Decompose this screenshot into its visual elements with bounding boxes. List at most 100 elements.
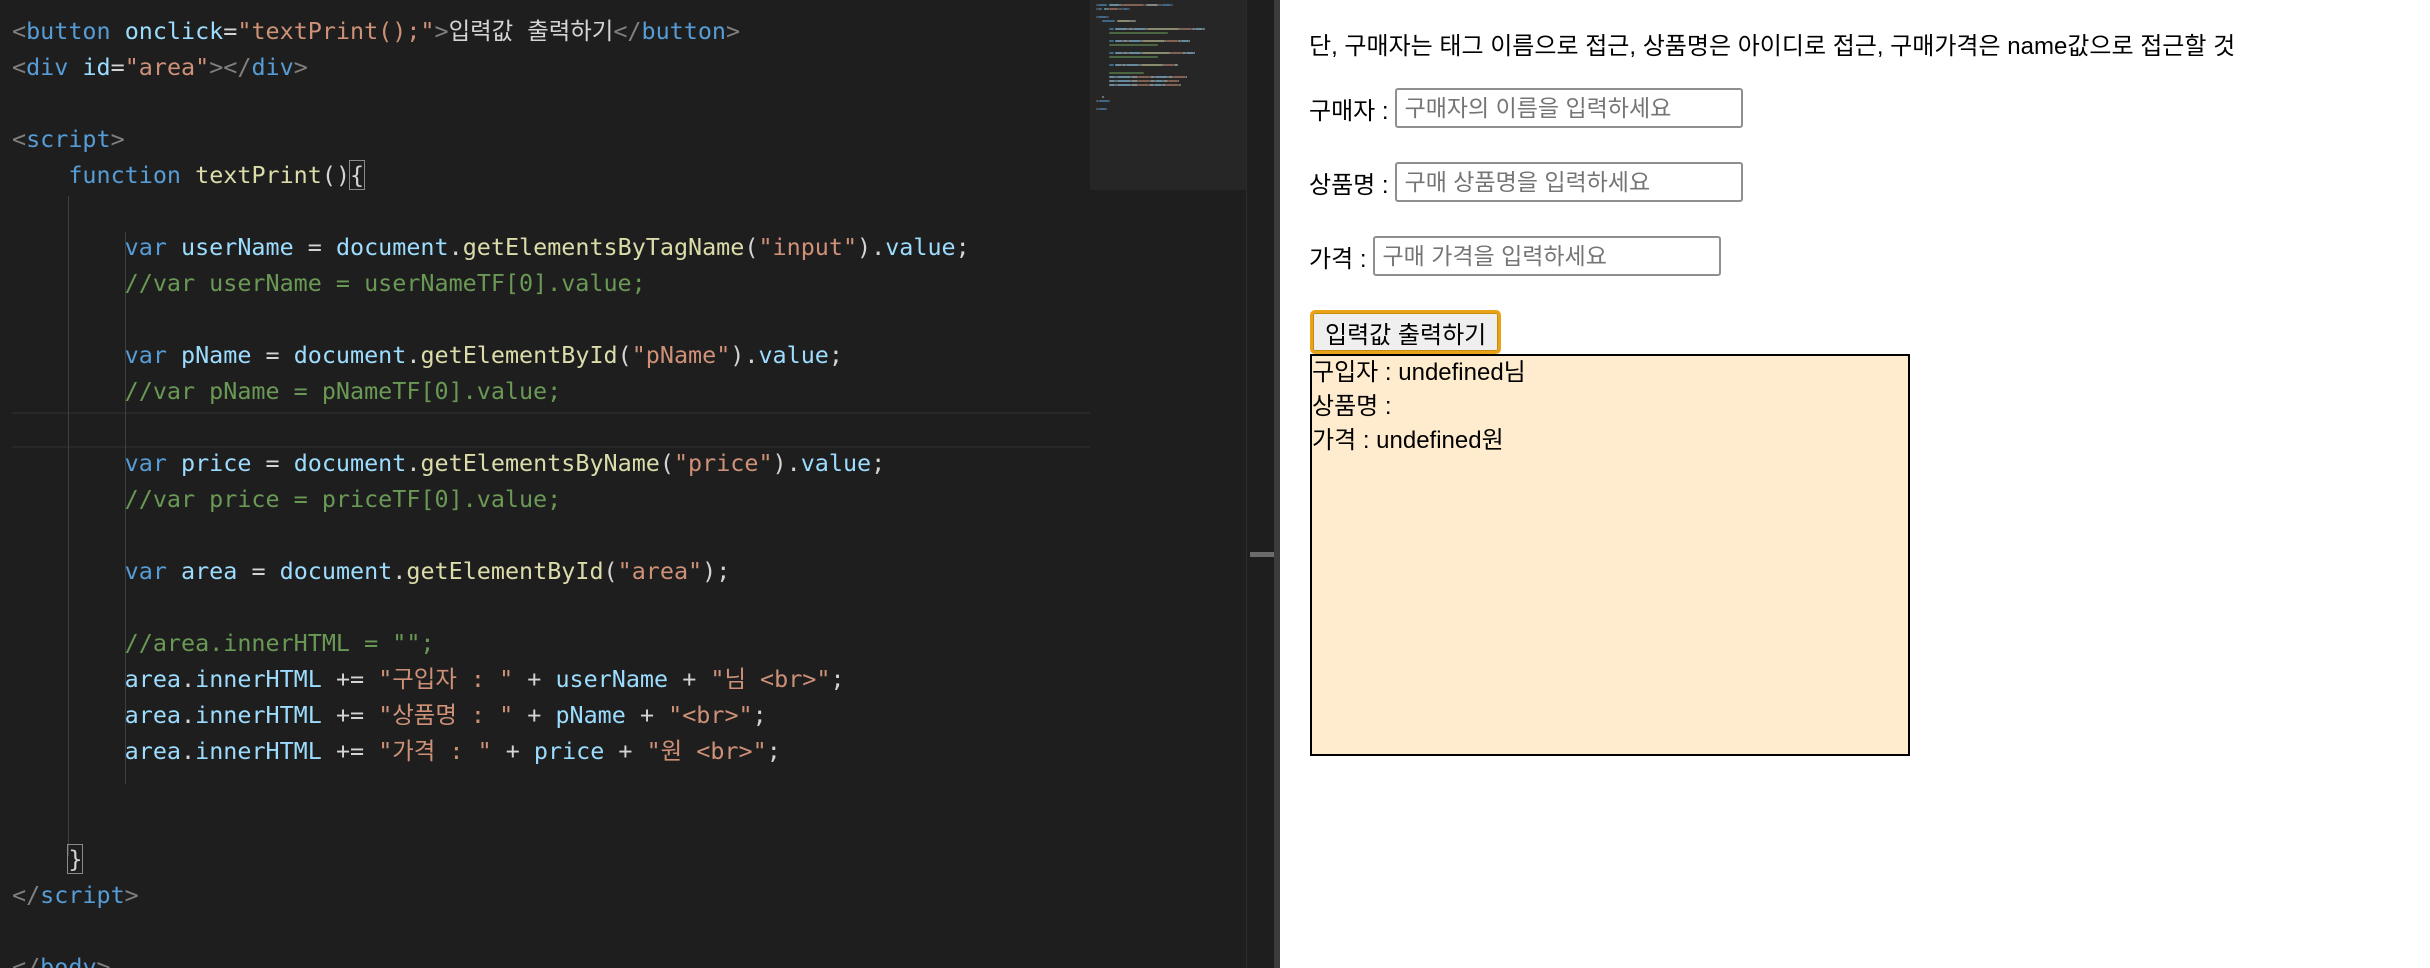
code-token: "<br>" xyxy=(668,701,753,729)
code-line[interactable]: <div id="area"></div> xyxy=(12,49,308,85)
code-token: ; xyxy=(828,341,843,369)
code-token: getElementById xyxy=(406,557,604,585)
minimap-token xyxy=(1177,80,1180,82)
minimap-token xyxy=(1108,40,1114,42)
code-line[interactable]: area.innerHTML += "구입자 : " + userName + … xyxy=(12,661,845,697)
code-line[interactable]: function textPrint(){ xyxy=(12,157,366,193)
code-token: var xyxy=(124,341,167,369)
code-token: ). xyxy=(772,449,801,477)
minimap-token xyxy=(1131,76,1138,78)
code-line[interactable]: area.innerHTML += "가격 : " + price + "원 <… xyxy=(12,733,781,769)
code-line[interactable]: //var price = priceTF[0].value; xyxy=(12,481,562,517)
code-token: ; xyxy=(766,737,781,765)
code-token: . xyxy=(181,665,196,693)
minimap-token xyxy=(1126,64,1140,66)
code-editor[interactable]: <button onclick="textPrint();">입력값 출력하기<… xyxy=(0,0,1090,968)
code-token: = xyxy=(110,53,125,81)
minimap-token xyxy=(1166,84,1180,86)
minimap-token xyxy=(1185,52,1194,54)
code-token: </ xyxy=(12,953,41,968)
code-token: += xyxy=(321,701,379,729)
code-token: area xyxy=(124,701,182,729)
code-line[interactable]: <button onclick="textPrint();">입력값 출력하기<… xyxy=(12,13,740,49)
product-input[interactable] xyxy=(1394,162,1743,202)
code-token: = xyxy=(237,557,280,585)
output-line-product: 상품명 : xyxy=(1312,393,1392,420)
minimap-token xyxy=(1166,40,1178,42)
code-token: ). xyxy=(857,233,886,261)
code-token: innerHTML xyxy=(195,701,322,729)
minimap-token xyxy=(1108,52,1114,54)
editor-scrollbar[interactable] xyxy=(1246,0,1275,968)
code-token: + xyxy=(604,737,647,765)
minimap-token xyxy=(1128,8,1130,10)
code-line[interactable]: area.innerHTML += "상품명 : " + pName + "<b… xyxy=(12,697,767,733)
code-line[interactable]: </script> xyxy=(12,877,139,913)
minimap-token xyxy=(1108,72,1144,74)
code-token: "area" xyxy=(124,53,210,81)
minimap-token xyxy=(1097,16,1108,18)
code-line[interactable]: //area.innerHTML = ""; xyxy=(12,625,435,661)
code-token: . xyxy=(181,701,196,729)
minimap-token xyxy=(1172,76,1186,78)
minimap-token xyxy=(1108,56,1159,58)
buyer-input[interactable] xyxy=(1394,88,1743,128)
minimap[interactable] xyxy=(1090,0,1246,968)
code-line[interactable]: var area = document.getElementById("area… xyxy=(12,553,731,589)
code-token: "구입자 : " xyxy=(378,665,514,693)
code-line[interactable]: //var pName = pNameTF[0].value; xyxy=(12,373,562,409)
code-token: "님 <br>" xyxy=(710,665,831,693)
code-line[interactable]: var price = document.getElementsByName("… xyxy=(12,445,886,481)
code-token: document xyxy=(335,233,449,261)
code-token: innerHTML xyxy=(195,737,322,765)
minimap-token xyxy=(1142,40,1165,42)
code-line[interactable]: var userName = document.getElementsByTag… xyxy=(12,229,970,265)
price-input[interactable] xyxy=(1372,236,1721,276)
code-token: . xyxy=(406,449,421,477)
code-token: div xyxy=(26,53,69,81)
minimap-token xyxy=(1180,40,1189,42)
code-token: + xyxy=(491,737,534,765)
code-token: ; xyxy=(871,449,886,477)
minimap-token xyxy=(1115,64,1122,66)
product-label: 상품명 : xyxy=(1309,171,1389,199)
code-token: "pName" xyxy=(631,341,731,369)
minimap-token xyxy=(1161,4,1172,6)
code-token: "원 <br>" xyxy=(646,737,767,765)
code-token: document xyxy=(279,557,393,585)
code-token: getElementsByTagName xyxy=(462,233,745,261)
code-token: pName xyxy=(555,701,626,729)
code-token: userName xyxy=(181,233,294,261)
code-token: . xyxy=(181,737,196,765)
print-input-button[interactable]: 입력값 출력하기 xyxy=(1310,310,1502,354)
code-token: ; xyxy=(955,233,970,261)
code-token: script xyxy=(40,881,125,909)
code-token: price xyxy=(533,737,605,765)
minimap-token xyxy=(1140,64,1164,66)
code-token: "input" xyxy=(758,233,858,261)
minimap-token xyxy=(1108,8,1119,10)
buyer-row: 구매자 : xyxy=(1309,88,1743,128)
code-token: ); xyxy=(702,557,731,585)
code-token: getElementById xyxy=(420,341,618,369)
minimap-token xyxy=(1180,28,1192,30)
output-line-buyer: 구입자 : undefined님 xyxy=(1312,359,1526,386)
code-token: "textPrint();" xyxy=(237,17,435,45)
minimap-token xyxy=(1099,100,1109,102)
minimap-token xyxy=(1108,4,1120,6)
minimap-token xyxy=(1115,40,1124,42)
code-line[interactable]: <script> xyxy=(12,121,125,157)
code-line[interactable]: //var userName = userNameTF[0].value; xyxy=(12,265,646,301)
code-token: body xyxy=(40,953,97,968)
code-line[interactable]: } xyxy=(12,841,84,877)
code-line[interactable]: </body> xyxy=(12,949,111,968)
minimap-token xyxy=(1105,108,1108,110)
code-line[interactable]: var pName = document.getElementById("pNa… xyxy=(12,337,843,373)
